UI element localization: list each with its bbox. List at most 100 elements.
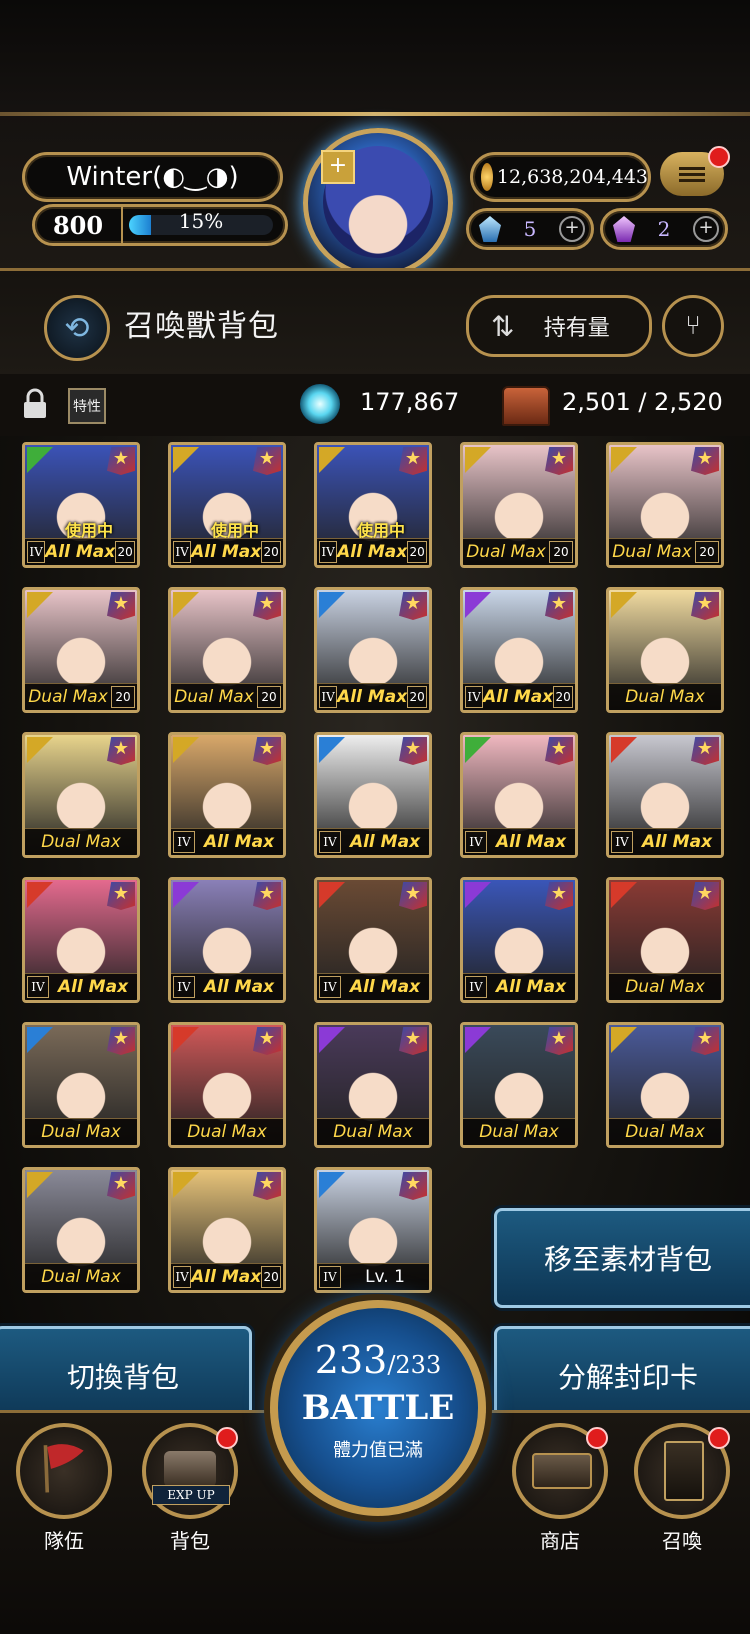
card-status-bar: Dual Max 20 — [463, 538, 575, 565]
title-bar: ⟲ 召喚獸背包 ⇅ 持有量 ⑂ — [0, 268, 750, 380]
summon-card[interactable]: ★ Dual Max — [606, 587, 724, 713]
shop-sign-icon — [512, 1423, 608, 1519]
lock-icon[interactable] — [22, 388, 48, 420]
summon-card[interactable]: ★ IV Lv. 1 — [314, 1167, 432, 1293]
max-status-label: All Max — [495, 832, 567, 852]
add-crystal-button[interactable]: + — [693, 216, 719, 242]
max-status-label: All Max — [203, 977, 275, 997]
exp-up-badge: EXP UP — [152, 1485, 230, 1505]
stat-bar: 特性 177,867 2,501 / 2,520 — [0, 374, 750, 436]
nav-summon-label: 召喚 — [662, 1529, 702, 1553]
gold-counter: 12,638,204,443 — [470, 152, 651, 202]
back-arrow-icon: ⟲ — [64, 310, 90, 346]
summon-card[interactable]: ★ IV All Max 20 — [168, 1167, 286, 1293]
card-status-bar: Dual Max — [609, 973, 721, 1000]
star-rank-icon: ★ — [545, 882, 573, 910]
max-status-label: All Max — [337, 542, 408, 562]
star-rank-icon: ★ — [107, 1172, 135, 1200]
star-rank-icon: ★ — [691, 882, 719, 910]
summon-card[interactable]: ★ IV All Max — [168, 732, 286, 858]
nav-team[interactable]: 隊伍 — [14, 1423, 114, 1554]
nav-bag-label: 背包 — [170, 1529, 210, 1553]
sort-button[interactable]: ⇅ 持有量 — [466, 295, 652, 357]
max-status-label: Dual Max — [466, 542, 546, 562]
blue-gem-icon — [479, 216, 501, 242]
summon-card[interactable]: ★ Dual Max — [606, 877, 724, 1003]
nav-team-label: 隊伍 — [44, 1529, 84, 1553]
summon-card[interactable]: ★ IV All Max — [460, 732, 578, 858]
summon-card[interactable]: ★ Dual Max — [460, 1022, 578, 1148]
summon-card[interactable]: ★ IV All Max — [314, 732, 432, 858]
nav-shop-label: 商店 — [540, 1529, 580, 1553]
menu-button[interactable] — [660, 146, 730, 196]
summon-card[interactable]: ★ 使用中 IV All Max 20 — [22, 442, 140, 568]
level-badge: 20 — [257, 686, 281, 708]
max-status-label: All Max — [57, 977, 129, 997]
notification-dot — [708, 1427, 730, 1449]
card-status-bar: IV All Max — [317, 973, 429, 1000]
star-rank-icon: ★ — [399, 737, 427, 765]
summon-card[interactable]: ★ IV All Max — [314, 877, 432, 1003]
player-avatar[interactable]: + — [303, 128, 453, 278]
max-status-label: Dual Max — [187, 1122, 267, 1142]
battle-label: BATTLE — [301, 1388, 455, 1428]
rank-badge: IV — [319, 976, 341, 998]
card-status-bar: Dual Max 20 — [171, 683, 283, 710]
summon-card[interactable]: ★ 使用中 IV All Max 20 — [314, 442, 432, 568]
spirit-orb-icon — [300, 384, 340, 424]
hamburger-icon — [679, 164, 705, 185]
card-status-bar: Dual Max 20 — [609, 538, 721, 565]
max-status-label: Dual Max — [625, 687, 705, 707]
star-rank-icon: ★ — [399, 1172, 427, 1200]
header-frame-line — [0, 112, 750, 116]
trait-button[interactable]: 特性 — [68, 388, 106, 424]
battle-button[interactable]: 233/233 BATTLE 體力值已滿 — [270, 1300, 486, 1516]
summon-card[interactable]: ★ Dual Max 20 — [168, 587, 286, 713]
summon-card[interactable]: ★ Dual Max — [22, 1022, 140, 1148]
card-status-bar: Dual Max — [463, 1118, 575, 1145]
gem-amount: 5 — [523, 217, 537, 241]
move-to-material-button[interactable]: 移至素材背包 — [494, 1208, 750, 1308]
summon-card[interactable]: ★ 使用中 IV All Max 20 — [168, 442, 286, 568]
summon-card[interactable]: ★ IV All Max — [606, 732, 724, 858]
sort-label: 持有量 — [543, 316, 610, 341]
summon-card[interactable]: ★ Dual Max — [168, 1022, 286, 1148]
player-name[interactable]: Winter(◐‿◑) — [22, 152, 283, 202]
summon-card[interactable]: ★ IV All Max — [22, 877, 140, 1003]
stamina-counter: 233/233 — [278, 1338, 478, 1382]
chest-shape — [164, 1451, 216, 1487]
max-status-label: Dual Max — [612, 542, 692, 562]
nav-bag[interactable]: EXP UP 背包 — [140, 1423, 240, 1554]
nav-shop[interactable]: 商店 — [510, 1423, 610, 1554]
nav-summon[interactable]: 召喚 — [632, 1423, 732, 1554]
max-status-label: Lv. 1 — [365, 1267, 405, 1287]
card-status-bar: IV All Max — [171, 828, 283, 855]
summon-card[interactable]: ★ Dual Max — [22, 1167, 140, 1293]
add-gem-button[interactable]: + — [559, 216, 585, 242]
team-flag-icon — [16, 1423, 112, 1519]
max-status-label: All Max — [495, 977, 567, 997]
level-badge: 20 — [407, 686, 427, 708]
crystal-amount: 2 — [657, 217, 671, 241]
summon-card[interactable]: ★ Dual Max — [606, 1022, 724, 1148]
summon-card[interactable]: ★ IV All Max — [168, 877, 286, 1003]
filter-button[interactable]: ⑂ — [662, 295, 724, 357]
back-button[interactable]: ⟲ — [44, 295, 110, 361]
star-rank-icon: ★ — [253, 1027, 281, 1055]
max-status-label: Dual Max — [28, 687, 108, 707]
summon-card-icon — [634, 1423, 730, 1519]
level-badge: 20 — [553, 686, 573, 708]
summon-card[interactable]: ★ Dual Max — [22, 732, 140, 858]
summon-card[interactable]: ★ Dual Max 20 — [606, 442, 724, 568]
max-status-label: All Max — [641, 832, 713, 852]
summon-card[interactable]: ★ IV All Max 20 — [314, 587, 432, 713]
summon-card[interactable]: ★ Dual Max 20 — [460, 442, 578, 568]
summon-card[interactable]: ★ IV All Max — [460, 877, 578, 1003]
max-status-label: All Max — [483, 687, 554, 707]
card-status-bar: IV All Max 20 — [317, 683, 429, 710]
gold-coin-icon — [481, 163, 493, 191]
summon-card[interactable]: ★ Dual Max 20 — [22, 587, 140, 713]
stamina-status: 體力值已滿 — [333, 1440, 423, 1461]
summon-card[interactable]: ★ IV All Max 20 — [460, 587, 578, 713]
summon-card[interactable]: ★ Dual Max — [314, 1022, 432, 1148]
